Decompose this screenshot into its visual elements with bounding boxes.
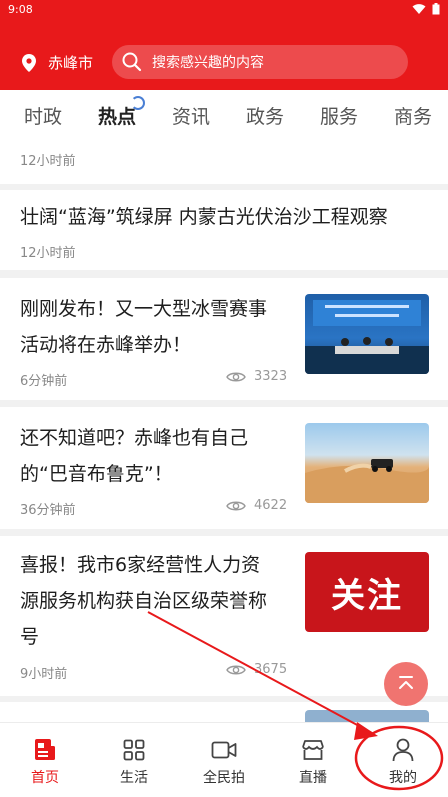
location-selector[interactable]: 赤峰市: [22, 52, 93, 73]
scroll-to-top-button[interactable]: [384, 662, 428, 706]
search-icon: [122, 52, 142, 72]
list-item[interactable]: 12小时前: [0, 138, 448, 184]
banner-text: 关注: [331, 575, 403, 616]
item-title: 壮阔“蓝海”筑绿屏 内蒙古光伏治沙工程观察: [20, 206, 388, 228]
tab-redian[interactable]: 热点: [98, 102, 136, 129]
status-bar: 9:08: [0, 0, 448, 22]
desert-image: [305, 459, 429, 503]
category-tabs: 时政 热点 资讯 政务 服务 商务: [0, 90, 448, 138]
nav-snapshot[interactable]: 全民拍: [189, 737, 259, 787]
follow-banner-image: 关注: [305, 552, 429, 632]
loading-spinner-icon: [131, 96, 145, 110]
eye-icon: [226, 372, 246, 381]
desert-offroad-photo: [305, 423, 429, 503]
location-pin-icon: [22, 53, 36, 72]
list-item[interactable]: 壮阔“蓝海”筑绿屏 内蒙古光伏治沙工程观察 12小时前: [0, 190, 448, 270]
nav-live-label: 直播: [299, 770, 327, 786]
wifi-icon: [412, 4, 425, 14]
nav-snapshot-label: 全民拍: [203, 770, 245, 786]
tab-zixun[interactable]: 资讯: [172, 102, 210, 129]
tab-shangwu[interactable]: 商务: [394, 102, 432, 129]
nav-mine[interactable]: 我的: [368, 737, 438, 787]
item-time: 9小时前: [20, 667, 68, 682]
battery-icon: [432, 3, 440, 15]
tab-fuwu[interactable]: 服务: [320, 102, 358, 129]
nav-home-label: 首页: [31, 770, 59, 786]
item-title-line2: 源服务机构获自治区级荣誉称: [20, 590, 268, 612]
item-title-line1: 喜报！我市6家经营性人力资: [20, 554, 261, 576]
list-item[interactable]: 刚刚发布！又一大型冰雪赛事 活动将在赤峰举办！ 6分钟前 3323: [0, 278, 448, 400]
item-time: 6分钟前: [20, 374, 68, 389]
tab-zhengwu[interactable]: 政务: [246, 102, 284, 129]
view-count-value: 4622: [254, 498, 288, 513]
nav-life-label: 生活: [120, 770, 148, 786]
nav-live[interactable]: 直播: [278, 737, 348, 787]
nav-life[interactable]: 生活: [99, 737, 169, 787]
item-title-line1: 还不知道吧？赤峰也有自己: [20, 427, 249, 449]
item-time: 12小时前: [20, 154, 76, 169]
home-news-icon: [35, 739, 55, 760]
view-count: 3323: [226, 369, 287, 384]
list-item[interactable]: 喜报！我市6家经营性人力资 源服务机构获自治区级荣誉称 号 9小时前 3675 …: [0, 536, 448, 696]
item-time: 36分钟前: [20, 503, 76, 518]
eye-icon: [226, 665, 246, 674]
item-title-line1: 刚刚发布！又一大型冰雪赛事: [20, 298, 268, 320]
item-title-line2: 活动将在赤峰举办！: [20, 334, 192, 356]
nav-home[interactable]: 首页: [10, 737, 80, 787]
view-count: 4622: [226, 498, 287, 513]
item-title-line3: 号: [20, 626, 40, 648]
conference-image: [305, 300, 429, 374]
conference-photo: [305, 294, 429, 374]
search-placeholder: 搜索感兴趣的内容: [152, 55, 264, 71]
item-title-line2: 的“巴音布鲁克”！: [20, 463, 173, 485]
status-icons: [412, 3, 441, 18]
arrow-up-icon: [399, 676, 413, 689]
list-item-partial[interactable]: [0, 702, 448, 722]
status-time: 9:08: [8, 3, 33, 16]
thumb-partial: [305, 710, 429, 722]
view-count-value: 3323: [254, 369, 288, 384]
view-count: 3675: [226, 662, 287, 677]
video-camera-icon: [211, 741, 237, 759]
nav-mine-label: 我的: [389, 770, 417, 786]
person-icon: [392, 738, 414, 762]
bottom-navigation: 首页 生活 全民拍 直播 我的: [0, 722, 448, 797]
view-count-value: 3675: [254, 662, 288, 677]
grid-icon: [123, 739, 145, 761]
search-input[interactable]: 搜索感兴趣的内容: [112, 45, 408, 79]
eye-icon: [226, 501, 246, 510]
list-item[interactable]: 还不知道吧？赤峰也有自己 的“巴音布鲁克”！ 36分钟前 4622: [0, 407, 448, 529]
tab-shizheng[interactable]: 时政: [24, 102, 62, 129]
app-header: 9:08 赤峰市 搜索感兴趣的内容: [0, 0, 448, 90]
store-icon: [302, 740, 324, 760]
item-time: 12小时前: [20, 246, 76, 261]
city-label: 赤峰市: [48, 54, 94, 72]
